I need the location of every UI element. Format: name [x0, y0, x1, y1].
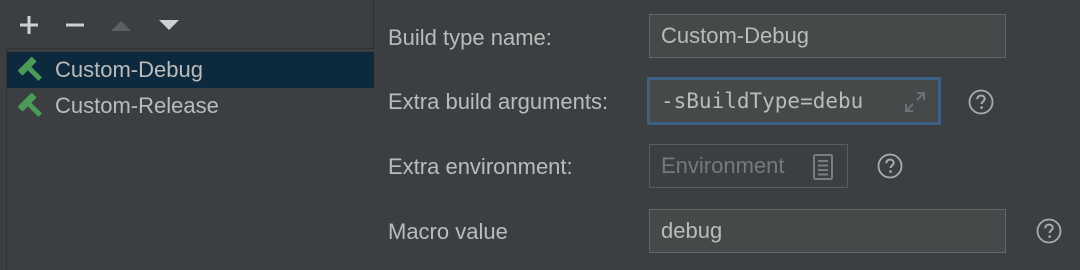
move-up-button[interactable]	[108, 12, 134, 38]
build-type-name-field[interactable]: Custom-Debug	[649, 14, 1006, 58]
extra-build-arguments-label: Extra build arguments:	[388, 89, 609, 114]
expand-icon[interactable]	[904, 91, 926, 113]
macro-value-label: Macro value	[388, 219, 508, 244]
hammer-icon	[17, 56, 45, 84]
document-icon[interactable]	[813, 154, 833, 180]
help-icon[interactable]	[1036, 218, 1062, 244]
macro-value-value: debug	[661, 218, 723, 243]
list-item-custom-debug[interactable]: Custom-Debug	[7, 52, 374, 88]
extra-environment-placeholder: Environment	[661, 153, 785, 178]
list-item-label: Custom-Release	[55, 93, 219, 118]
hammer-icon	[17, 92, 45, 120]
build-types-panel: Custom-Debug Custom-Release	[0, 0, 374, 270]
help-icon[interactable]	[968, 89, 994, 115]
build-types-list[interactable]: Custom-Debug Custom-Release	[6, 48, 374, 270]
extra-environment-field[interactable]: Environment	[649, 144, 848, 188]
add-button[interactable]	[16, 12, 42, 38]
build-types-settings: Custom-Debug Custom-Release Build type n…	[0, 0, 1080, 270]
extra-environment-label: Extra environment:	[388, 154, 573, 179]
build-type-name-label: Build type name:	[388, 25, 552, 50]
list-item-label: Custom-Debug	[55, 57, 203, 82]
build-type-name-value: Custom-Debug	[661, 23, 809, 48]
extra-build-arguments-value: -sBuildType=debu	[661, 89, 864, 113]
remove-button[interactable]	[62, 12, 88, 38]
move-down-button[interactable]	[156, 12, 182, 38]
triangle-up-icon	[111, 21, 131, 31]
help-icon[interactable]	[877, 153, 903, 179]
extra-build-arguments-field[interactable]: -sBuildType=debu	[647, 77, 941, 125]
minus-icon	[66, 23, 84, 27]
plus-icon	[20, 16, 38, 34]
macro-value-field[interactable]: debug	[649, 209, 1006, 253]
triangle-down-icon	[159, 20, 179, 30]
list-item-custom-release[interactable]: Custom-Release	[7, 88, 374, 124]
list-toolbar	[0, 0, 373, 48]
